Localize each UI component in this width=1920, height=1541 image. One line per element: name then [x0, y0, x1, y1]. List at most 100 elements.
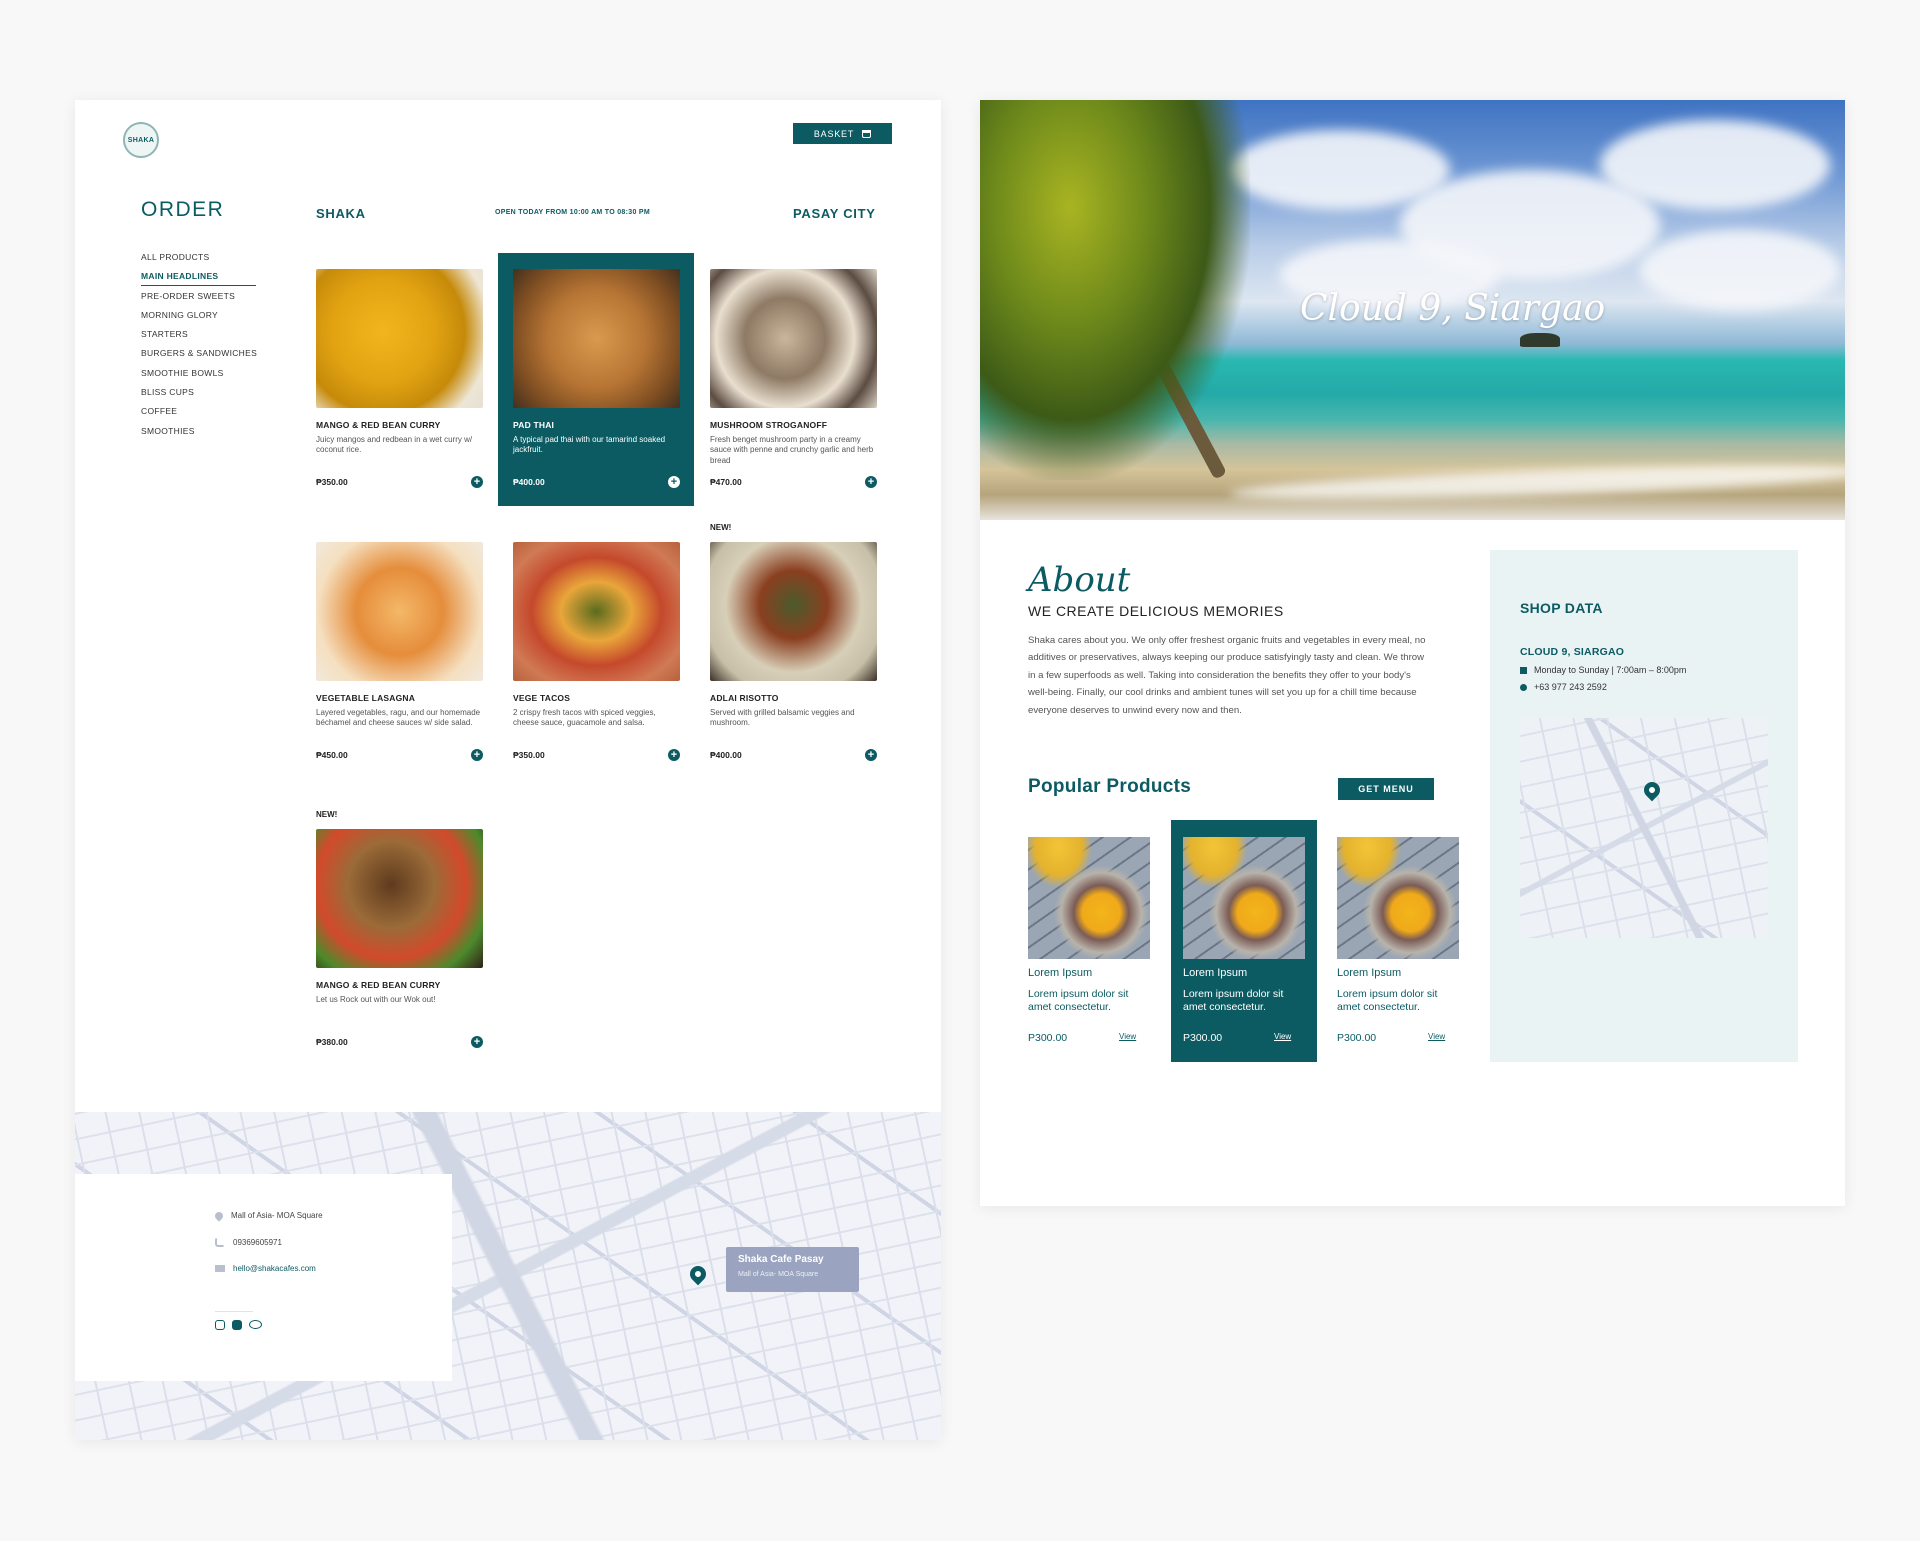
- product-image: [316, 829, 483, 968]
- map-tooltip: Shaka Cafe Pasay Mall of Asia- MOA Squar…: [726, 1247, 859, 1292]
- view-link[interactable]: View: [1274, 1032, 1291, 1041]
- product-name: VEGE TACOS: [513, 693, 571, 703]
- about-body: Shaka cares about you. We only offer fre…: [1028, 635, 1426, 716]
- category-burgers-sandwiches[interactable]: BURGERS & SANDWICHES: [141, 348, 257, 367]
- email-link[interactable]: hello@shakacafes.com: [233, 1264, 316, 1273]
- hero-image: Cloud 9, Siargao: [980, 100, 1845, 520]
- product-name: MANGO & RED BEAN CURRY: [316, 420, 441, 430]
- popular-product-card[interactable]: Lorem Ipsum Lorem ipsum dolor sit amet c…: [1325, 820, 1471, 1062]
- shop-location: CLOUD 9, SIARGAO: [1520, 646, 1625, 658]
- category-pre-order-sweets[interactable]: PRE-ORDER SWEETS: [141, 291, 256, 310]
- product-image: [513, 542, 680, 681]
- facebook-icon[interactable]: [232, 1320, 242, 1330]
- add-to-basket-icon[interactable]: +: [471, 749, 483, 761]
- divider: [215, 1311, 253, 1312]
- popular-product-card[interactable]: Lorem Ipsum Lorem ipsum dolor sit amet c…: [1016, 820, 1162, 1062]
- product-description: Fresh benget mushroom party in a creamy …: [710, 435, 874, 465]
- product-price: ₱380.00: [316, 1037, 348, 1047]
- product-image: [1183, 837, 1305, 959]
- category-sidebar: ALL PRODUCTS MAIN HEADLINES PRE-ORDER SW…: [141, 252, 257, 445]
- instagram-icon[interactable]: [215, 1320, 225, 1330]
- popular-products-title: Popular Products: [1028, 776, 1192, 797]
- basket-icon: [862, 129, 872, 138]
- product-card[interactable]: MANGO & RED BEAN CURRY Juicy mangos and …: [301, 253, 497, 506]
- product-image: [316, 542, 483, 681]
- category-all-products[interactable]: ALL PRODUCTS: [141, 252, 256, 271]
- contact-phone: 09369605971: [215, 1237, 282, 1247]
- tripadvisor-icon[interactable]: [249, 1320, 262, 1329]
- product-image: [1337, 837, 1459, 959]
- basket-button[interactable]: BASKET: [793, 123, 892, 144]
- view-link[interactable]: View: [1119, 1032, 1136, 1041]
- about-page: Cloud 9, Siargao About WE CREATE DELICIO…: [980, 100, 1845, 1206]
- get-menu-button[interactable]: GET MENU: [1338, 778, 1434, 800]
- category-coffee[interactable]: COFFEE: [141, 406, 256, 425]
- product-card[interactable]: MANGO & RED BEAN CURRY Let us Rock out w…: [301, 813, 497, 1066]
- shop-data-title: SHOP DATA: [1520, 600, 1603, 616]
- category-starters[interactable]: STARTERS: [141, 329, 256, 348]
- contact-email: hello@shakacafes.com: [215, 1264, 316, 1273]
- add-to-basket-icon[interactable]: +: [471, 1036, 483, 1048]
- product-card-highlighted[interactable]: PAD THAI A typical pad thai with our tam…: [498, 253, 694, 506]
- product-name: Lorem Ipsum: [1183, 967, 1248, 979]
- product-description: Juicy mangos and redbean in a wet curry …: [316, 435, 473, 455]
- location-icon: [213, 1209, 225, 1222]
- product-price: P300.00: [1337, 1032, 1377, 1044]
- product-name: MANGO & RED BEAN CURRY: [316, 980, 441, 990]
- product-price: ₱400.00: [710, 750, 742, 760]
- shaka-logo[interactable]: SHAKA: [123, 122, 159, 158]
- order-page: SHAKA BASKET ORDER ALL PRODUCTS MAIN HEA…: [75, 100, 941, 1440]
- product-image: [513, 269, 680, 408]
- social-links: [215, 1320, 262, 1330]
- category-morning-glory[interactable]: MORNING GLORY: [141, 310, 256, 329]
- product-description: Layered vegetables, ragu, and our homema…: [316, 708, 481, 728]
- hero-title: Cloud 9, Siargao: [1300, 288, 1606, 329]
- product-card[interactable]: VEGETABLE LASAGNA Layered vegetables, ra…: [301, 526, 497, 779]
- product-card[interactable]: MUSHROOM STROGANOFF Fresh benget mushroo…: [695, 253, 891, 506]
- shop-phone: +63 977 243 2592: [1520, 682, 1607, 692]
- product-description: A typical pad thai with our tamarind soa…: [513, 435, 666, 455]
- view-link[interactable]: View: [1428, 1032, 1445, 1041]
- phone-icon: [1520, 683, 1527, 691]
- add-to-basket-icon[interactable]: +: [865, 749, 877, 761]
- product-price: ₱400.00: [513, 477, 545, 487]
- product-name: Lorem Ipsum: [1028, 967, 1093, 979]
- about-heading: About: [1028, 560, 1131, 600]
- product-price: ₱470.00: [710, 477, 742, 487]
- add-to-basket-icon[interactable]: +: [865, 476, 877, 488]
- product-price: ₱450.00: [316, 750, 348, 760]
- product-card[interactable]: ADLAI RISOTTO Served with grilled balsam…: [695, 526, 891, 779]
- product-description: Served with grilled balsamic veggies and…: [710, 708, 855, 728]
- product-image: [1028, 837, 1150, 959]
- about-subtitle: WE CREATE DELICIOUS MEMORIES: [1028, 603, 1284, 619]
- island: [1520, 333, 1560, 347]
- add-to-basket-icon[interactable]: +: [668, 476, 680, 488]
- product-name: Lorem Ipsum: [1337, 967, 1402, 979]
- product-card[interactable]: VEGE TACOS 2 crispy fresh tacos with spi…: [498, 526, 694, 779]
- category-smoothie-bowls[interactable]: SMOOTHIE BOWLS: [141, 368, 256, 387]
- product-name: VEGETABLE LASAGNA: [316, 693, 416, 703]
- category-bliss-cups[interactable]: BLISS CUPS: [141, 387, 256, 406]
- product-description: 2 crispy fresh tacos with spiced veggies…: [513, 708, 656, 728]
- product-name: PAD THAI: [513, 420, 555, 430]
- product-price: P300.00: [1028, 1032, 1068, 1044]
- product-description: Let us Rock out with our Wok out!: [316, 995, 436, 1004]
- shop-map[interactable]: [1520, 718, 1768, 938]
- contact-address: Mall of Asia- MOA Square: [213, 1209, 323, 1222]
- add-to-basket-icon[interactable]: +: [471, 476, 483, 488]
- add-to-basket-icon[interactable]: +: [668, 749, 680, 761]
- category-main-headlines[interactable]: MAIN HEADLINES: [141, 271, 256, 287]
- contact-box: Mall of Asia- MOA Square 09369605971 hel…: [75, 1174, 452, 1381]
- product-price: P300.00: [1183, 1032, 1223, 1044]
- product-description: Lorem ipsum dolor sit amet consectetur.: [1183, 988, 1284, 1013]
- city-label: PASAY CITY: [793, 206, 876, 221]
- category-smoothies[interactable]: SMOOTHIES: [141, 426, 256, 445]
- calendar-icon: [1520, 666, 1527, 674]
- phone-icon: [215, 1237, 225, 1247]
- product-image: [710, 542, 877, 681]
- product-price: ₱350.00: [513, 750, 545, 760]
- product-description: Lorem ipsum dolor sit amet consectetur.: [1337, 988, 1438, 1013]
- popular-product-card-highlighted[interactable]: Lorem Ipsum Lorem ipsum dolor sit amet c…: [1171, 820, 1317, 1062]
- product-image: [316, 269, 483, 408]
- shop-hours: Monday to Sunday | 7:00am – 8:00pm: [1520, 665, 1686, 675]
